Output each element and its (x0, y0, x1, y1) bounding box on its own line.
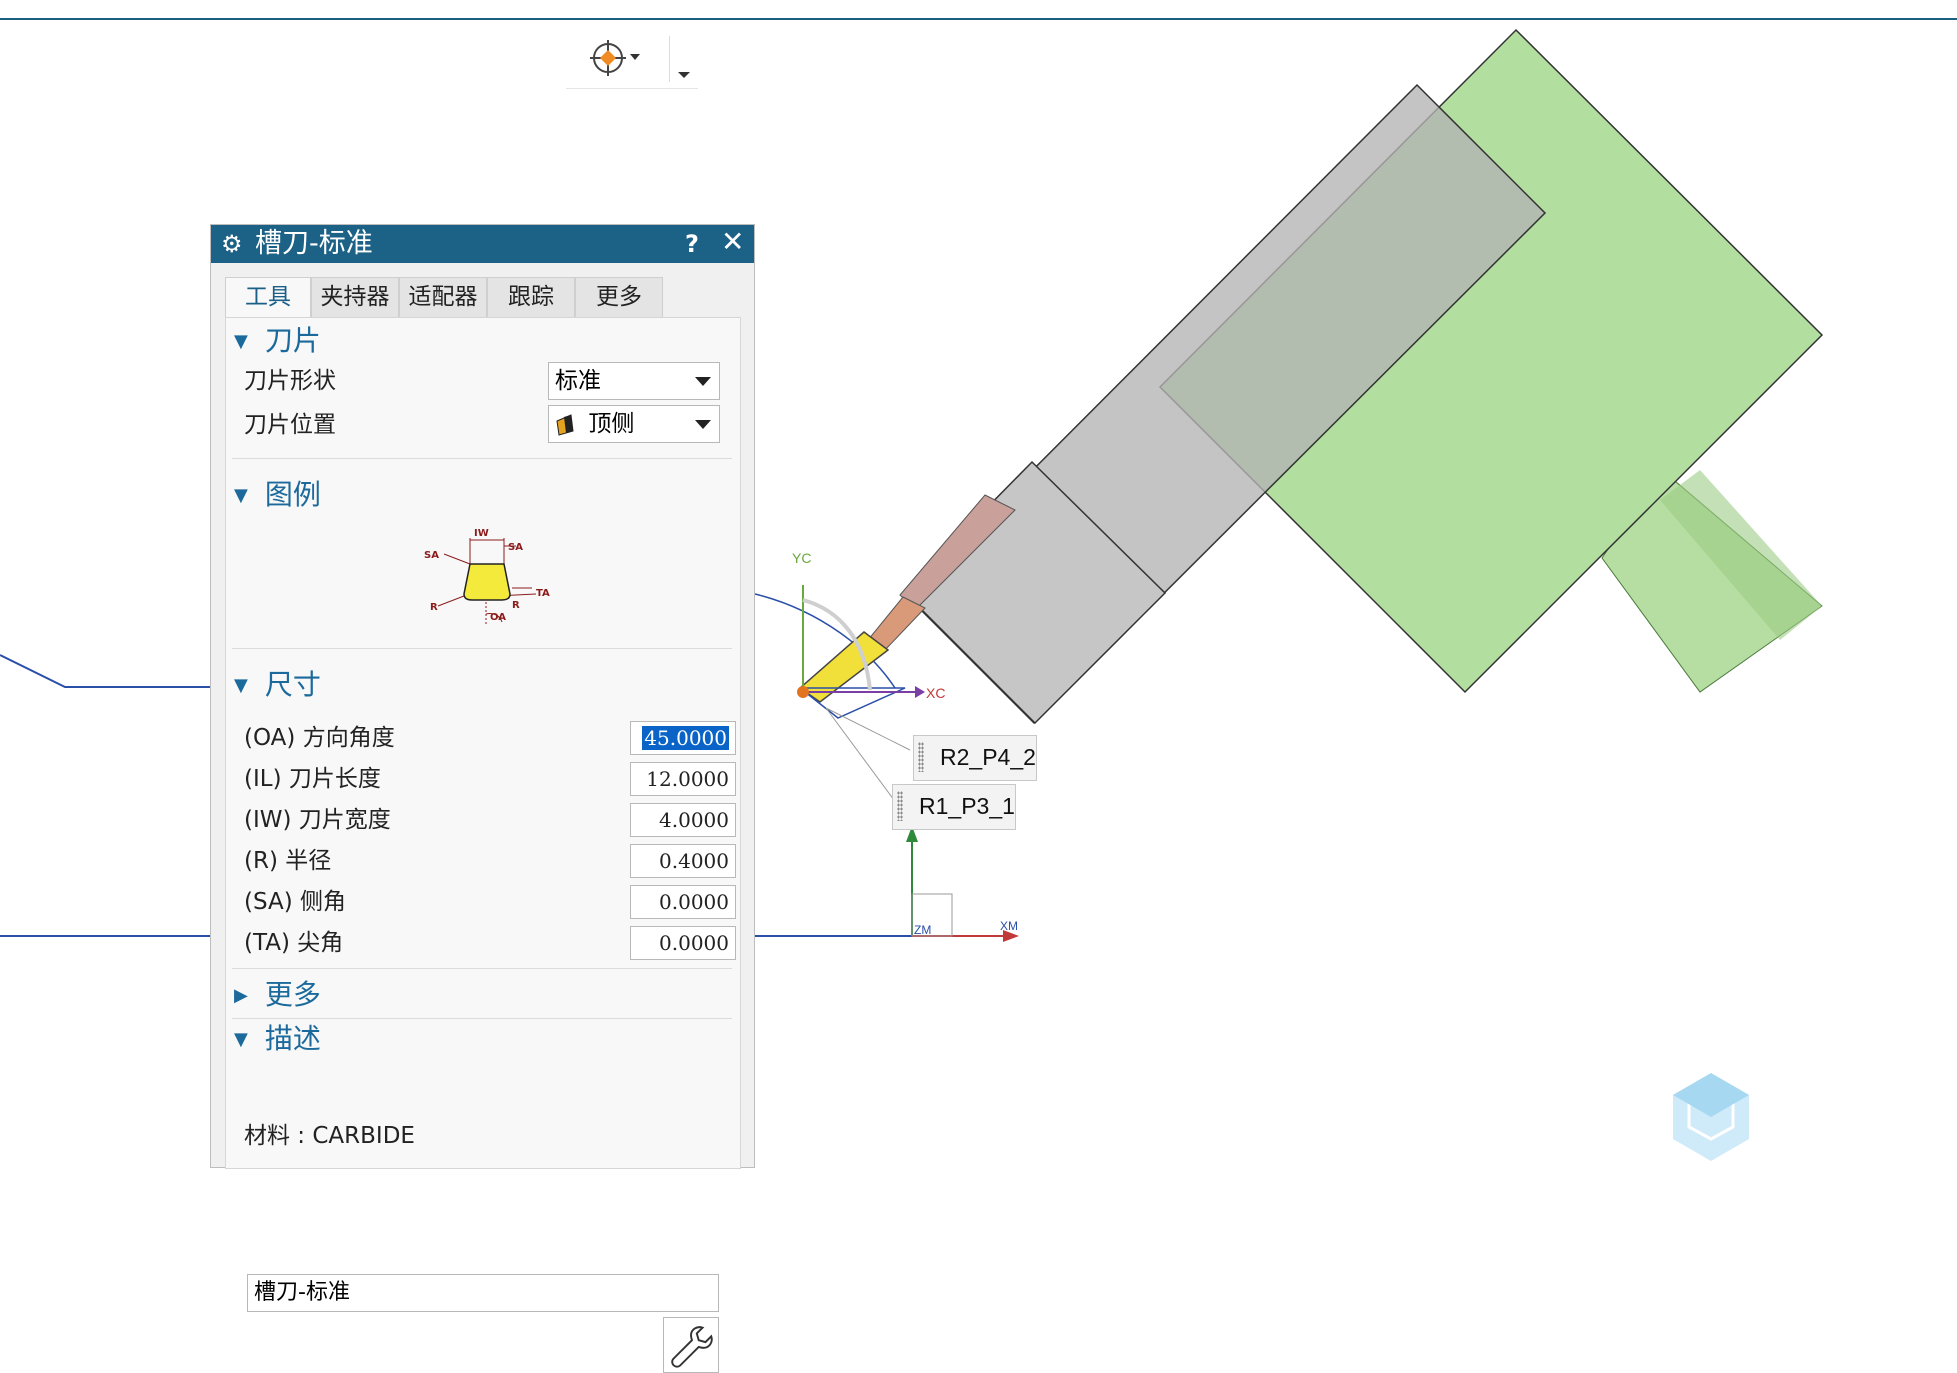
toolbar-separator (669, 36, 670, 82)
dim-r-input[interactable]: 0.4000 (630, 844, 736, 878)
dim-oa-label: (OA) 方向角度 (244, 725, 395, 751)
dialog-titlebar[interactable]: ⚙ 槽刀-标准 ? ✕ (211, 225, 754, 263)
chevron-down-icon[interactable] (674, 42, 694, 82)
chevron-down-icon (695, 420, 711, 429)
diagram-label-sa-left: SA (424, 550, 439, 561)
material-label: 材料 : CARBIDE (244, 1123, 415, 1149)
tab-tool[interactable]: 工具 (225, 277, 311, 319)
collapse-icon: ▼ (234, 675, 248, 696)
wcs-x-arrow (915, 686, 925, 698)
tag-grip-icon (918, 742, 924, 772)
section-title: 图例 (264, 478, 321, 511)
xc-label: XC (926, 685, 945, 701)
section-divider (232, 1018, 732, 1019)
tag-grip-icon (897, 791, 903, 821)
wrench-icon[interactable] (663, 1317, 719, 1373)
zm-label: ZM (914, 923, 931, 937)
tab-holder[interactable]: 夹持器 (311, 277, 399, 317)
section-legend-header[interactable]: ▼ 图例 (234, 478, 321, 512)
dim-oa-input[interactable]: 45.0000 (630, 721, 736, 755)
blade-position-value: 顶侧 (588, 411, 635, 437)
blade-position-label: 刀片位置 (244, 412, 336, 438)
chevron-down-icon (695, 377, 711, 386)
section-divider (232, 648, 732, 649)
leader-line-2 (825, 707, 895, 801)
dialog-title: 槽刀-标准 (255, 228, 373, 259)
diagram-label-r-right: R (512, 600, 520, 611)
collapse-icon: ▼ (234, 485, 248, 506)
dim-iw-label: (IW) 刀片宽度 (244, 807, 391, 833)
section-title: 更多 (264, 978, 321, 1011)
blade-shape-value: 标准 (555, 368, 601, 394)
section-dimensions-header[interactable]: ▼ 尺寸 (234, 668, 321, 702)
snap-toolbar (566, 30, 698, 89)
tab-panel-tool: ▼ 刀片 刀片形状 标准 刀片位置 顶侧 ▼ 图例 IW SA SA TA R … (225, 317, 741, 1169)
yc-label: YC (792, 550, 811, 566)
tag-label: R1_P3_1 (919, 793, 1015, 819)
dim-il-label: (IL) 刀片长度 (244, 766, 381, 792)
section-more-header[interactable]: ▶ 更多 (234, 978, 321, 1012)
section-title: 尺寸 (264, 668, 321, 701)
blade-shape-label: 刀片形状 (244, 368, 336, 394)
close-button[interactable]: ✕ (721, 226, 744, 258)
section-title: 描述 (264, 1022, 321, 1055)
collapse-icon: ▼ (234, 331, 248, 352)
leader-line-1 (825, 707, 911, 751)
blade-position-icon (556, 413, 574, 436)
tab-tracking[interactable]: 跟踪 (487, 277, 575, 317)
tag-label: R2_P4_2 (940, 744, 1036, 770)
blade-shape-select[interactable]: 标准 (548, 362, 720, 400)
section-divider (232, 458, 732, 459)
blade-position-select[interactable]: 顶侧 (548, 405, 720, 443)
point-tag-r1-p3-1[interactable]: R1_P3_1 (892, 784, 1016, 830)
diagram-insert-shape (463, 563, 511, 601)
dim-iw-input[interactable]: 4.0000 (630, 803, 736, 837)
tab-adapter[interactable]: 适配器 (399, 277, 487, 317)
xm-label: XM (1000, 919, 1018, 933)
diagram-label-sa-right: SA (508, 542, 523, 553)
dim-sa-input[interactable]: 0.0000 (630, 885, 736, 919)
help-button[interactable]: ? (685, 228, 699, 260)
dim-il-input[interactable]: 12.0000 (630, 762, 736, 796)
grooving-tool-dialog: ⚙ 槽刀-标准 ? ✕ 工具 夹持器 适配器 跟踪 更多 ▼ 刀片 刀片形状 标… (210, 224, 755, 1373)
diagram-label-iw: IW (474, 528, 489, 539)
dim-ta-input[interactable]: 0.0000 (630, 926, 736, 960)
dim-r-label: (R) 半径 (244, 848, 332, 874)
part-profile-line (0, 654, 215, 688)
section-divider (232, 968, 732, 969)
snap-point-icon[interactable] (586, 38, 646, 78)
view-cube-icon[interactable] (1673, 1073, 1749, 1161)
collapse-icon: ▼ (234, 1029, 248, 1050)
diagram-label-r-left: R (430, 602, 438, 613)
gear-icon: ⚙ (221, 230, 243, 258)
dim-ta-label: (TA) 尖角 (244, 930, 344, 956)
point-tag-r2-p4-2[interactable]: R2_P4_2 (913, 735, 1037, 781)
grooving-insert-diagram: IW SA SA TA R R OA (424, 528, 550, 624)
description-input[interactable]: 槽刀-标准 (247, 1274, 719, 1312)
section-blade-header[interactable]: ▼ 刀片 (234, 324, 321, 358)
tab-more[interactable]: 更多 (575, 277, 663, 317)
section-description-header[interactable]: ▼ 描述 (234, 1022, 321, 1056)
dim-sa-label: (SA) 侧角 (244, 889, 347, 915)
section-title: 刀片 (264, 324, 321, 357)
wcs-origin (797, 686, 809, 698)
diagram-label-ta: TA (536, 588, 550, 599)
expand-icon: ▶ (234, 985, 248, 1006)
